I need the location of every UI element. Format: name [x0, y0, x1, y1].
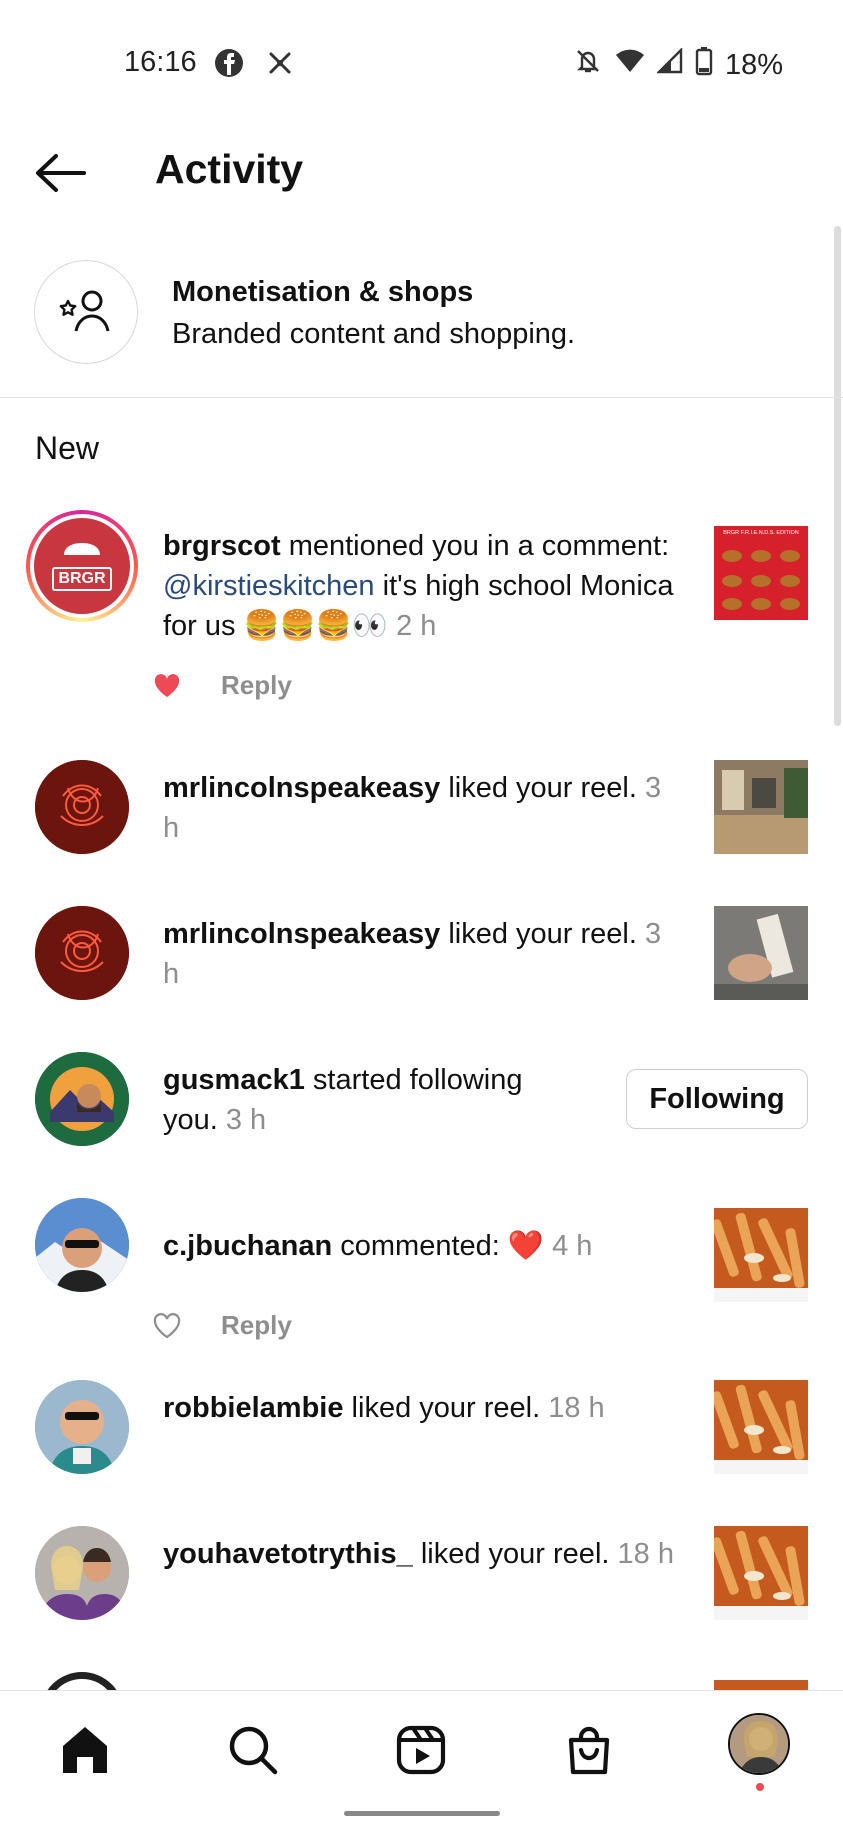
header: Activity — [0, 130, 843, 230]
post-thumbnail[interactable] — [714, 906, 808, 1000]
avatar[interactable]: BRGR — [26, 510, 138, 622]
post-thumbnail[interactable] — [714, 1208, 808, 1302]
home-tab[interactable] — [50, 1715, 120, 1785]
username[interactable]: mrlincolnspeakeasy — [163, 772, 440, 804]
post-thumbnail[interactable] — [714, 760, 808, 854]
tools-icon — [266, 49, 294, 82]
avatar — [730, 1715, 788, 1773]
home-icon — [63, 1727, 107, 1773]
avatar[interactable] — [35, 1198, 129, 1292]
timestamp: 18 h — [548, 1392, 605, 1424]
status-bar: 16:16 18% — [0, 0, 843, 130]
search-tab[interactable] — [218, 1715, 288, 1785]
section-new-label: New — [35, 430, 100, 466]
avatar — [40, 1672, 124, 1690]
bottom-tab-bar — [0, 1690, 843, 1827]
avatar[interactable] — [35, 760, 129, 854]
mention-link[interactable]: @kirstieskitchen — [163, 570, 375, 602]
search-icon — [229, 1726, 278, 1775]
wifi-icon — [615, 48, 645, 82]
shop-tab[interactable] — [554, 1715, 624, 1785]
signal-icon — [656, 47, 683, 82]
notification-dot — [756, 1783, 764, 1791]
shop-icon — [568, 1726, 610, 1775]
list-item[interactable]: robbielambie liked your reel. 18 h — [0, 1380, 843, 1480]
post-thumbnail[interactable] — [714, 1526, 808, 1620]
list-item[interactable]: gusmack1 started following you. 3 h Foll… — [0, 1052, 843, 1152]
username[interactable]: brgrscot — [163, 530, 281, 562]
username[interactable]: c.jbuchanan — [163, 1230, 332, 1262]
list-item-partial — [0, 1670, 843, 1690]
post-thumbnail — [714, 1680, 808, 1690]
post-thumbnail[interactable]: BRGR F.R.I.E.N.D.S. EDITION — [714, 526, 808, 620]
following-button[interactable]: Following — [626, 1069, 808, 1129]
reply-button[interactable]: Reply — [221, 1310, 292, 1341]
arrow-left-icon — [36, 154, 86, 192]
battery-percent: 18% — [724, 48, 783, 81]
reels-tab[interactable] — [386, 1715, 456, 1785]
timestamp: 4 h — [552, 1230, 593, 1262]
list-item[interactable]: mrlincolnspeakeasy liked your reel. 3 h — [0, 906, 843, 1006]
profile-tab[interactable] — [728, 1713, 790, 1775]
svg-text:BRGR F.R.I.E.N.D.S. EDITION: BRGR F.R.I.E.N.D.S. EDITION — [723, 530, 799, 536]
avatar[interactable] — [35, 906, 129, 1000]
avatar-brand-text: BRGR — [52, 567, 112, 591]
mute-icon — [573, 46, 603, 84]
monetisation-title: Monetisation & shops — [172, 276, 474, 308]
rose-icon — [35, 760, 129, 854]
timestamp: 2 h — [396, 610, 437, 642]
heart-filled-icon[interactable] — [153, 673, 181, 699]
list-item[interactable]: youhavetotrythis_ liked your reel. 18 h — [0, 1526, 843, 1626]
monetisation-icon-wrap — [34, 260, 138, 364]
list-item[interactable]: BRGR brgrscot mentioned you in a comment… — [0, 510, 843, 710]
username[interactable]: robbielambie — [163, 1392, 344, 1424]
monetisation-subtitle: Branded content and shopping. — [172, 318, 576, 350]
list-item[interactable]: c.jbuchanan commented: ❤️ 4 h Reply — [0, 1198, 843, 1368]
avatar[interactable] — [35, 1380, 129, 1474]
username[interactable]: mrlincolnspeakeasy — [163, 918, 440, 950]
facebook-icon — [214, 48, 244, 83]
page-title: Activity — [155, 146, 304, 192]
timestamp: 3 h — [225, 1104, 267, 1136]
burger-icon — [64, 543, 100, 555]
battery-icon — [695, 46, 713, 84]
reels-icon — [396, 1725, 446, 1775]
status-time: 16:16 — [124, 46, 197, 78]
post-thumbnail[interactable] — [714, 1380, 808, 1474]
home-indicator[interactable] — [344, 1811, 500, 1816]
back-button[interactable] — [30, 148, 90, 198]
list-item[interactable]: mrlincolnspeakeasy liked your reel. 3 h — [0, 760, 843, 860]
rose-icon — [35, 906, 129, 1000]
reply-button[interactable]: Reply — [221, 670, 292, 701]
heart-outline-icon[interactable] — [153, 1312, 181, 1339]
avatar[interactable] — [35, 1526, 129, 1620]
timestamp: 18 h — [617, 1538, 674, 1570]
avatar[interactable] — [35, 1052, 129, 1146]
star-person-icon — [59, 290, 110, 332]
monetisation-row[interactable]: Monetisation & shops Branded content and… — [0, 250, 843, 398]
username[interactable]: gusmack1 — [163, 1064, 305, 1096]
username[interactable]: youhavetotrythis_ — [163, 1538, 413, 1570]
